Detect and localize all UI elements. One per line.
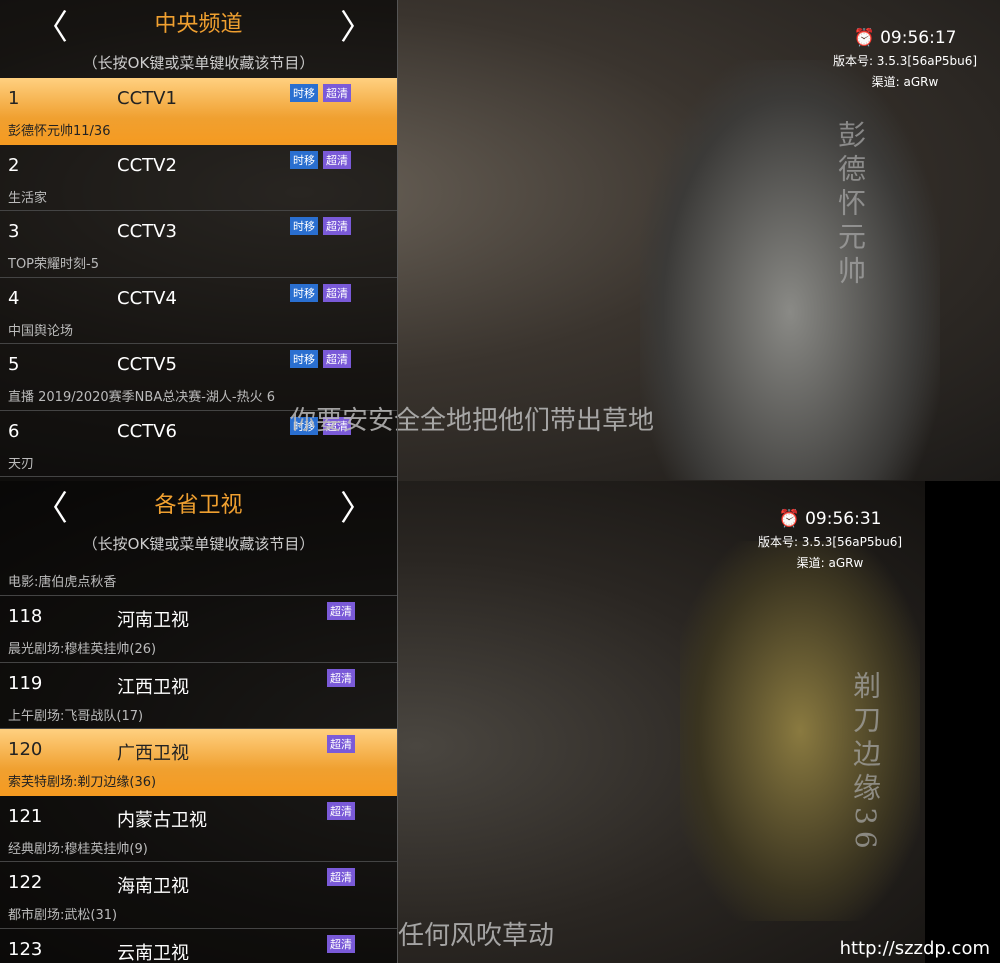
channel-row[interactable]: 1 CCTV1 时移 超清 彭德怀元帅11/36 bbox=[0, 78, 397, 145]
hd-badge: 超清 bbox=[323, 283, 351, 302]
channel-name: 河南卫视 bbox=[117, 610, 189, 631]
hd-badge: 超清 bbox=[323, 84, 351, 102]
clock: ⏰ 09:56:17 bbox=[853, 28, 957, 48]
hd-badge: 超清 bbox=[327, 668, 355, 687]
channel-name: CCTV1 bbox=[117, 88, 177, 109]
channel-name: 内蒙古卫视 bbox=[117, 809, 207, 831]
central-channels-panel: 〈 中央频道 〉 （长按OK键或菜单键收藏该节目） 1 CCTV1 时移 超清 彭… bbox=[0, 0, 1000, 481]
channel-number: 120 bbox=[8, 739, 43, 760]
channel-number: 1 bbox=[8, 88, 20, 109]
channel-row[interactable]: 4 CCTV4 时移 超清 中国舆论场 bbox=[0, 278, 397, 344]
channel-row[interactable]: 118 河南卫视 超清 晨光剧场:穆桂英挂帅(26) bbox=[0, 596, 397, 663]
hd-badge: 超清 bbox=[327, 801, 355, 820]
favorite-hint: （长按OK键或菜单键收藏该节目） bbox=[82, 54, 315, 72]
timeshift-badge: 时移 bbox=[290, 150, 318, 169]
channel-number: 122 bbox=[8, 872, 43, 893]
channel-number: 5 bbox=[8, 354, 20, 375]
program-name: 电影:唐伯虎点秋香 bbox=[8, 575, 117, 590]
provincial-channels-panel: 〈 各省卫视 〉 （长按OK键或菜单键收藏该节目） 电影:唐伯虎点秋香 118 … bbox=[0, 481, 1000, 963]
hd-badge: 超清 bbox=[327, 934, 355, 953]
alarm-clock-icon: ⏰ bbox=[853, 28, 875, 48]
channel-name: CCTV2 bbox=[117, 154, 177, 176]
program-name: 中国舆论场 bbox=[8, 323, 74, 339]
next-group-arrow-icon[interactable]: 〉 bbox=[340, 481, 374, 530]
version-label: 版本号: 3.5.3[56aP5bu6] bbox=[832, 54, 978, 68]
panel-divider bbox=[397, 0, 398, 963]
program-name: 彭德怀元帅11/36 bbox=[8, 124, 111, 139]
channel-name: CCTV6 bbox=[117, 420, 177, 442]
alarm-clock-icon: ⏰ bbox=[778, 509, 800, 529]
channel-code-label: 渠道: aGRw bbox=[796, 556, 864, 570]
channel-number: 3 bbox=[8, 221, 20, 242]
favorite-hint: （长按OK键或菜单键收藏该节目） bbox=[82, 535, 315, 553]
program-name: 直播 2019/2020赛季NBA总决赛-湖人-热火 6 bbox=[8, 390, 276, 405]
channel-row[interactable]: 3 CCTV3 时移 超清 TOP荣耀时刻-5 bbox=[0, 211, 397, 278]
program-name: 经典剧场:穆桂英挂帅(9) bbox=[8, 841, 148, 857]
program-name: 上午剧场:飞哥战队(17) bbox=[8, 708, 144, 724]
timeshift-badge: 时移 bbox=[290, 350, 318, 368]
program-name: TOP荣耀时刻-5 bbox=[8, 257, 99, 272]
channel-name: 海南卫视 bbox=[117, 876, 189, 897]
channel-name: 广西卫视 bbox=[117, 743, 189, 764]
channel-number: 119 bbox=[8, 672, 43, 694]
show-title-overlay: 彭德怀元帅 bbox=[834, 120, 867, 290]
status-info: ⏰ 09:56:31 版本号: 3.5.3[56aP5bu6] 渠道: aGRw bbox=[725, 509, 935, 571]
channel-row[interactable]: 121 内蒙古卫视 超清 经典剧场:穆桂英挂帅(9) bbox=[0, 796, 397, 862]
channel-number: 4 bbox=[8, 287, 20, 309]
channel-name: CCTV3 bbox=[117, 221, 177, 242]
group-header: 〈 中央频道 〉 （长按OK键或菜单键收藏该节目） bbox=[0, 0, 397, 78]
program-name: 晨光剧场:穆桂英挂帅(26) bbox=[8, 642, 157, 657]
channel-code-label: 渠道: aGRw bbox=[871, 75, 939, 89]
timeshift-badge: 时移 bbox=[290, 217, 318, 235]
program-name: 索芙特剧场:剃刀边缘(36) bbox=[8, 775, 157, 790]
channel-name: CCTV5 bbox=[117, 354, 177, 375]
program-name: 生活家 bbox=[8, 190, 48, 206]
version-label: 版本号: 3.5.3[56aP5bu6] bbox=[757, 535, 903, 549]
hd-badge: 超清 bbox=[327, 602, 355, 620]
channel-name: CCTV4 bbox=[117, 287, 177, 309]
hd-badge: 超清 bbox=[327, 868, 355, 886]
subtitle: 任何风吹草动 bbox=[398, 921, 555, 951]
timeshift-badge: 时移 bbox=[290, 283, 318, 302]
next-group-arrow-icon[interactable]: 〉 bbox=[340, 0, 374, 49]
channel-number: 2 bbox=[8, 154, 20, 176]
channel-name: 云南卫视 bbox=[117, 942, 189, 963]
show-title-overlay: 剃刀边缘36 bbox=[849, 671, 882, 855]
program-name: 天刃 bbox=[8, 456, 35, 472]
channel-row[interactable]: 122 海南卫视 超清 都市剧场:武松(31) bbox=[0, 862, 397, 929]
channel-row[interactable]: 2 CCTV2 时移 超清 生活家 bbox=[0, 145, 397, 211]
hd-badge: 超清 bbox=[323, 350, 351, 368]
group-header: 〈 各省卫视 〉 （长按OK键或菜单键收藏该节目） bbox=[0, 481, 397, 563]
channel-row[interactable]: 119 江西卫视 超清 上午剧场:飞哥战队(17) bbox=[0, 663, 397, 729]
status-info: ⏰ 09:56:17 版本号: 3.5.3[56aP5bu6] 渠道: aGRw bbox=[800, 28, 1000, 90]
hd-badge: 超清 bbox=[323, 217, 351, 235]
channel-number: 121 bbox=[8, 805, 43, 827]
channel-number: 123 bbox=[8, 938, 43, 960]
channel-row-partial[interactable]: 电影:唐伯虎点秋香 bbox=[0, 563, 397, 596]
channel-name: 江西卫视 bbox=[117, 676, 189, 698]
group-title: 中央频道 bbox=[154, 12, 243, 37]
channel-row[interactable]: 123 云南卫视 超清 bbox=[0, 929, 397, 963]
subtitle: 你要安安全全地把他们带出草地 bbox=[290, 406, 655, 436]
clock: ⏰ 09:56:31 bbox=[778, 509, 882, 529]
hd-badge: 超清 bbox=[323, 150, 351, 169]
channel-list: 〈 各省卫视 〉 （长按OK键或菜单键收藏该节目） 电影:唐伯虎点秋香 118 … bbox=[0, 481, 397, 963]
channel-row[interactable]: 120 广西卫视 超清 索芙特剧场:剃刀边缘(36) bbox=[0, 729, 397, 796]
channel-number: 6 bbox=[8, 420, 20, 442]
hd-badge: 超清 bbox=[327, 735, 355, 753]
watermark: http://szzdp.com bbox=[839, 938, 990, 959]
group-title: 各省卫视 bbox=[154, 493, 243, 518]
channel-number: 118 bbox=[8, 606, 43, 627]
timeshift-badge: 时移 bbox=[290, 84, 318, 102]
program-name: 都市剧场:武松(31) bbox=[8, 908, 118, 923]
